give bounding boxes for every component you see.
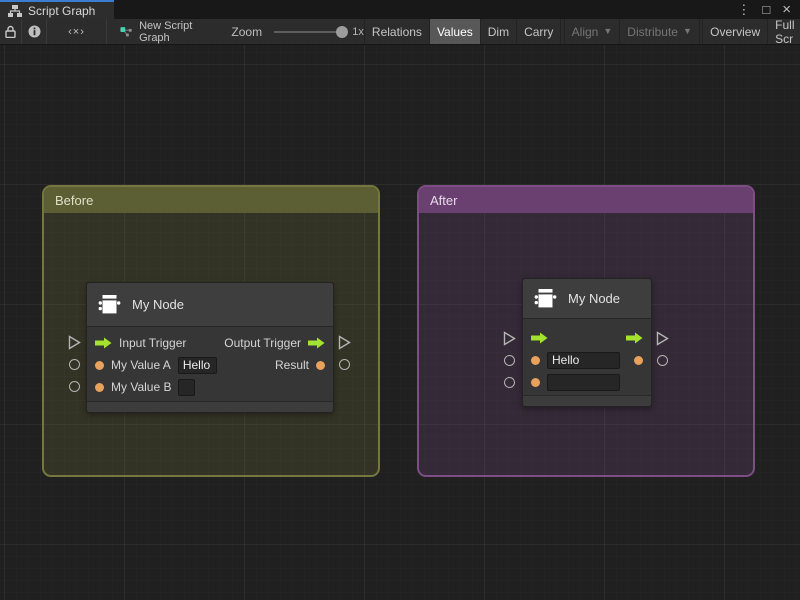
value-a-port-row bbox=[531, 349, 643, 371]
value-b-port-row: My Value B bbox=[95, 376, 325, 398]
zoom-label: Zoom bbox=[231, 19, 262, 44]
graph-name-label: New Script Graph bbox=[139, 20, 215, 44]
node-header[interactable]: My Node bbox=[523, 279, 651, 319]
zoom-value: 1x bbox=[352, 19, 364, 44]
tab-script-graph[interactable]: Script Graph bbox=[0, 0, 114, 19]
title-bar: Script Graph ⋮ □ × bbox=[0, 0, 800, 19]
group-before-header[interactable]: Before bbox=[44, 187, 378, 213]
relations-button[interactable]: Relations bbox=[364, 19, 429, 44]
zoom-slider[interactable] bbox=[274, 31, 343, 33]
result-label: Result bbox=[275, 358, 309, 372]
group-after-header[interactable]: After bbox=[419, 187, 753, 213]
output-trigger-label: Output Trigger bbox=[224, 336, 301, 350]
chevron-down-icon: ▼ bbox=[603, 27, 612, 36]
distribute-dropdown[interactable]: Distribute ▼ bbox=[619, 19, 699, 44]
node-port-rows: Input Trigger Output Trigger My Value A … bbox=[87, 327, 333, 398]
flow-port-row bbox=[531, 327, 643, 349]
node-footer bbox=[523, 395, 651, 406]
graph-toolbar: ‹×› New Script Graph Zoom 1x Relations V… bbox=[0, 19, 800, 45]
chevron-down-icon: ▼ bbox=[683, 27, 692, 36]
script-graph-icon bbox=[120, 26, 132, 38]
node-title: My Node bbox=[568, 291, 620, 306]
script-graph-window: Script Graph ⋮ □ × ‹×› bbox=[0, 0, 800, 600]
external-value-port[interactable] bbox=[69, 359, 80, 370]
node-port-rows bbox=[523, 319, 651, 393]
value-in-port-icon[interactable] bbox=[95, 383, 104, 392]
inspector-button[interactable] bbox=[22, 19, 47, 44]
maximize-icon[interactable]: □ bbox=[762, 3, 770, 16]
info-icon bbox=[28, 25, 41, 38]
flow-out-port-icon[interactable] bbox=[308, 337, 325, 349]
close-icon[interactable]: × bbox=[782, 2, 791, 17]
align-dropdown[interactable]: Align ▼ bbox=[564, 19, 620, 44]
value-out-port-icon[interactable] bbox=[634, 356, 643, 365]
overview-button[interactable]: Overview bbox=[702, 19, 767, 44]
value-a-input[interactable] bbox=[547, 352, 620, 369]
value-a-port-row: My Value A Result bbox=[95, 354, 325, 376]
external-value-port[interactable] bbox=[657, 355, 668, 366]
window-menu-icon[interactable]: ⋮ bbox=[737, 3, 750, 16]
value-out-port-icon[interactable] bbox=[316, 361, 325, 370]
node-header[interactable]: My Node bbox=[87, 283, 333, 327]
node-after-my-node[interactable]: My Node bbox=[522, 278, 652, 407]
tab-title: Script Graph bbox=[28, 4, 95, 18]
node-title: My Node bbox=[132, 297, 184, 312]
unit-node-icon bbox=[533, 287, 558, 311]
group-before-label: Before bbox=[55, 193, 93, 208]
value-a-input[interactable] bbox=[178, 357, 217, 374]
external-flow-out-port[interactable] bbox=[338, 335, 351, 350]
unit-node-icon bbox=[97, 293, 122, 317]
external-flow-in-port[interactable] bbox=[503, 331, 516, 346]
carry-button[interactable]: Carry bbox=[516, 19, 560, 44]
input-trigger-label: Input Trigger bbox=[119, 336, 186, 350]
values-button[interactable]: Values bbox=[429, 19, 480, 44]
external-value-port[interactable] bbox=[339, 359, 350, 370]
group-after-label: After bbox=[430, 193, 457, 208]
graph-canvas[interactable]: Before After My Node bbox=[0, 45, 800, 600]
flow-port-row: Input Trigger Output Trigger bbox=[95, 332, 325, 354]
value-in-port-icon[interactable] bbox=[95, 361, 104, 370]
external-flow-in-port[interactable] bbox=[68, 335, 81, 350]
value-b-input[interactable] bbox=[547, 374, 620, 391]
value-in-port-icon[interactable] bbox=[531, 356, 540, 365]
current-graph-breadcrumb[interactable]: New Script Graph bbox=[107, 19, 216, 44]
code-icon: ‹×› bbox=[68, 26, 85, 38]
lock-icon bbox=[5, 25, 16, 38]
external-value-port[interactable] bbox=[504, 377, 515, 388]
window-controls: ⋮ □ × bbox=[737, 0, 800, 19]
node-before-my-node[interactable]: My Node Input Trigger Output Trigger bbox=[86, 282, 334, 413]
flow-out-port-icon[interactable] bbox=[626, 332, 643, 344]
flow-in-port-icon[interactable] bbox=[95, 337, 112, 349]
node-footer bbox=[87, 401, 333, 412]
external-value-port[interactable] bbox=[504, 355, 515, 366]
zoom-slider-handle[interactable] bbox=[336, 26, 348, 38]
value-b-label: My Value B bbox=[111, 380, 171, 394]
graph-hierarchy-icon bbox=[8, 5, 22, 17]
external-value-port[interactable] bbox=[69, 381, 80, 392]
fullscreen-button[interactable]: Full Scr bbox=[767, 19, 800, 44]
value-b-input[interactable] bbox=[178, 379, 195, 396]
value-b-port-row bbox=[531, 371, 643, 393]
value-in-port-icon[interactable] bbox=[531, 378, 540, 387]
external-flow-out-port[interactable] bbox=[656, 331, 669, 346]
view-toggle-group: Relations Values Dim Carry Align ▼ Distr… bbox=[364, 19, 800, 44]
flow-in-port-icon[interactable] bbox=[531, 332, 548, 344]
lock-button[interactable] bbox=[0, 19, 22, 44]
dim-button[interactable]: Dim bbox=[480, 19, 516, 44]
code-preview-button[interactable]: ‹×› bbox=[47, 19, 107, 44]
value-a-label: My Value A bbox=[111, 358, 171, 372]
